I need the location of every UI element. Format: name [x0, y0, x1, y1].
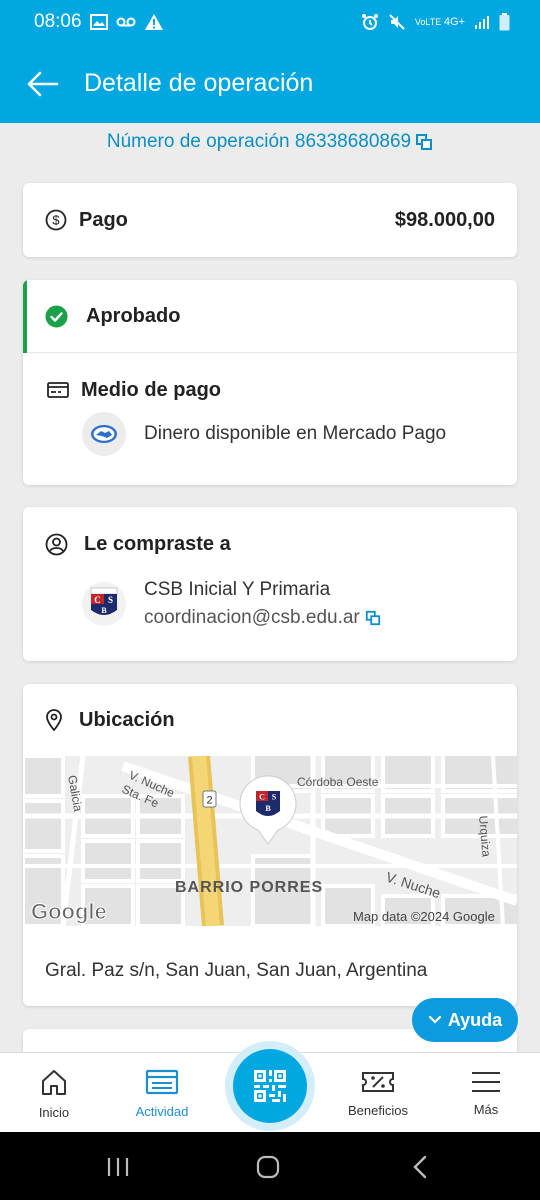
ticket-icon: [362, 1071, 394, 1092]
status-time: 08:06: [34, 11, 82, 32]
seller-logo: CSB: [82, 582, 126, 626]
voicemail-icon: [116, 17, 136, 27]
payment-amount: $98.000,00: [394, 208, 495, 231]
status-card: Aprobado Medio de pago Dinero disponible…: [23, 280, 517, 485]
battery-icon: [499, 13, 510, 31]
signal-icon: [475, 16, 489, 29]
nav-actividad-label: Actividad: [135, 1103, 189, 1119]
back-system-icon[interactable]: [412, 1155, 428, 1179]
recent-apps-icon[interactable]: [106, 1156, 130, 1178]
chevron-down-icon: [428, 1015, 441, 1024]
copy-icon[interactable]: [415, 133, 433, 151]
map-attribution: Map data ©2024 Google: [353, 909, 495, 924]
svg-text:B: B: [101, 606, 107, 615]
status-bar: 08:06 VoLTE 4G+: [0, 0, 540, 44]
help-button[interactable]: Ayuda: [412, 998, 518, 1042]
nav-beneficios-label: Beneficios: [348, 1102, 408, 1118]
alarm-icon: [361, 14, 378, 30]
location-map[interactable]: 2 Galicia V. Nuche Sta. Fe Córdoba Oeste…: [23, 756, 517, 926]
map-graphic: 2 Galicia V. Nuche Sta. Fe Córdoba Oeste…: [23, 756, 517, 926]
warning-icon: [144, 14, 163, 30]
nav-beneficios[interactable]: Beneficios: [324, 1053, 432, 1133]
seller-title: Le compraste a: [84, 532, 231, 555]
gallery-icon: [89, 14, 108, 30]
status-accent-bar: [23, 280, 27, 353]
seller-email-row[interactable]: coordinacion@csb.edu.ar: [144, 607, 381, 629]
activity-icon: [145, 1069, 179, 1094]
handshake-icon: [91, 425, 117, 443]
home-icon: [42, 1069, 66, 1095]
dollar-circle-icon: $: [45, 209, 67, 231]
nav-inicio-label: Inicio: [38, 1104, 70, 1120]
map-label-cordoba: Córdoba Oeste: [297, 775, 379, 789]
status-label: Aprobado: [86, 304, 181, 327]
svg-text:C: C: [259, 793, 265, 802]
app-header: Detalle de operación: [0, 44, 540, 123]
menu-icon: [472, 1071, 500, 1092]
seller-card: Le compraste a CSB CSB Inicial Y Primari…: [23, 507, 517, 661]
nav-inicio[interactable]: Inicio: [0, 1053, 108, 1133]
google-logo: Google: [31, 899, 107, 924]
home-system-icon[interactable]: [256, 1155, 280, 1179]
operation-number[interactable]: Número de operación 86338680869: [0, 131, 540, 153]
svg-text:S: S: [108, 595, 113, 605]
map-label-route: 2: [206, 795, 212, 807]
operation-number-text: Número de operación 86338680869: [106, 131, 412, 152]
user-circle-icon: [45, 533, 68, 555]
seller-name: CSB Inicial Y Primaria: [144, 579, 331, 600]
location-card: Ubicación 2 Galicia V. Nuche Sta. Fe Cór…: [23, 684, 517, 1006]
copy-icon[interactable]: [365, 610, 381, 626]
arrow-left-icon: [27, 71, 59, 96]
qr-icon: [254, 1070, 286, 1102]
map-label-barrio: BARRIO PORRES: [175, 879, 323, 896]
svg-text:C: C: [94, 595, 101, 605]
payment-method-title: Medio de pago: [81, 378, 221, 401]
back-button[interactable]: [0, 44, 84, 123]
location-address: Gral. Paz s/n, San Juan, San Juan, Argen…: [45, 960, 428, 981]
network-indicator: 4G+: [443, 16, 465, 28]
svg-text:$: $: [52, 213, 60, 228]
map-pin-icon: [46, 709, 62, 732]
page-title: Detalle de operación: [84, 69, 314, 97]
nav-mas-label: Más: [473, 1101, 499, 1117]
volte-indicator: VoLTE: [414, 16, 442, 27]
mercado-pago-logo: [82, 412, 126, 456]
nav-actividad[interactable]: Actividad: [108, 1053, 216, 1133]
mute-icon: [389, 14, 405, 30]
payment-card: $ Pago $98.000,00: [23, 183, 517, 257]
qr-button[interactable]: [225, 1041, 315, 1131]
seller-email: coordinacion@csb.edu.ar: [144, 607, 360, 628]
check-circle-icon: [45, 305, 68, 327]
help-button-label: Ayuda: [447, 1009, 503, 1030]
nav-mas[interactable]: Más: [432, 1053, 540, 1133]
school-crest-icon: C SB: [90, 587, 118, 615]
svg-text:B: B: [265, 804, 271, 813]
card-icon: [47, 382, 69, 398]
payment-method-value: Dinero disponible en Mercado Pago: [144, 423, 447, 444]
svg-text:S: S: [272, 793, 277, 802]
payment-label: Pago: [79, 208, 128, 231]
location-title: Ubicación: [79, 708, 175, 731]
system-nav-bar: [0, 1132, 540, 1200]
